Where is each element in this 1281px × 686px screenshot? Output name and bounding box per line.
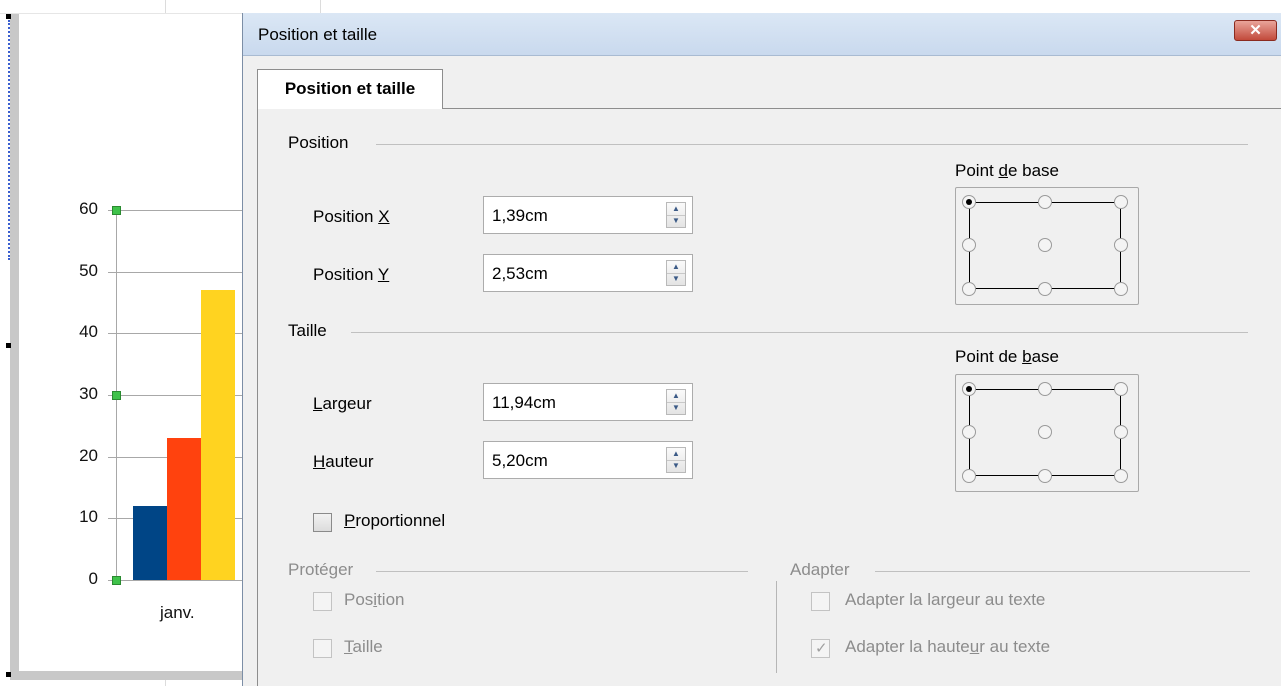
size-base-point-label: Point de base: [955, 347, 1059, 366]
y-tick-label: 20: [79, 446, 98, 465]
position-section-title: Position: [288, 133, 349, 152]
adapt-height-checkbox[interactable]: ✓: [811, 639, 830, 658]
y-tick-label: 10: [79, 507, 98, 526]
y-tick-label: 40: [79, 322, 98, 341]
position-y-label: Position Y: [313, 265, 390, 284]
size-base-point-selector[interactable]: [955, 374, 1139, 492]
spin-down-icon[interactable]: ▼: [667, 460, 685, 472]
close-icon: ✕: [1249, 22, 1262, 39]
adapt-width-label[interactable]: Adapter la largeur au texte: [845, 590, 1045, 610]
tab-panel: Position Position X ▲ ▼ Position Y ▲ ▼ P…: [257, 108, 1281, 686]
base-point-top-center[interactable]: [1038, 195, 1052, 209]
selection-outline: [8, 20, 12, 260]
base-point-middle-left[interactable]: [962, 425, 976, 439]
position-x-spinner[interactable]: ▲ ▼: [666, 202, 686, 228]
section-vertical-separator: [776, 581, 777, 673]
protect-section-title: Protéger: [288, 560, 354, 579]
dialog-title: Position et taille: [258, 25, 378, 44]
x-category-label: janv.: [160, 603, 195, 622]
position-x-label: Position X: [313, 207, 390, 226]
width-label: Largeur: [313, 394, 372, 413]
adapt-width-checkbox[interactable]: [811, 592, 830, 611]
position-y-input[interactable]: [490, 260, 654, 288]
base-point-top-right[interactable]: [1114, 195, 1128, 209]
chart-bar[interactable]: [167, 438, 201, 580]
y-tick-label: 60: [79, 199, 98, 218]
height-input[interactable]: [490, 447, 654, 475]
position-size-dialog: Position et taille ✕ Position et taille …: [242, 13, 1281, 686]
check-icon: ✓: [815, 640, 828, 657]
position-base-point-label: Point de base: [955, 161, 1059, 180]
spin-down-icon[interactable]: ▼: [667, 273, 685, 285]
chart-gridline: [108, 580, 242, 581]
selection-handle[interactable]: [6, 14, 11, 19]
position-x-field[interactable]: ▲ ▼: [483, 196, 693, 234]
base-point-bottom-center[interactable]: [1038, 282, 1052, 296]
section-divider: [875, 571, 1250, 572]
height-field[interactable]: ▲ ▼: [483, 441, 693, 479]
size-section-title: Taille: [288, 321, 327, 340]
protect-size-label[interactable]: Taille: [344, 637, 383, 657]
spin-down-icon[interactable]: ▼: [667, 402, 685, 414]
base-point-middle-right[interactable]: [1114, 425, 1128, 439]
width-input[interactable]: [490, 389, 654, 417]
base-point-bottom-left[interactable]: [962, 282, 976, 296]
adapt-height-label[interactable]: Adapter la hauteur au texte: [845, 637, 1050, 657]
base-point-bottom-right[interactable]: [1114, 282, 1128, 296]
y-tick-label: 0: [88, 569, 98, 588]
protect-position-checkbox[interactable]: [313, 592, 332, 611]
position-y-field[interactable]: ▲ ▼: [483, 254, 693, 292]
base-point-top-right[interactable]: [1114, 382, 1128, 396]
base-point-middle-right[interactable]: [1114, 238, 1128, 252]
base-point-top-center[interactable]: [1038, 382, 1052, 396]
height-spinner[interactable]: ▲ ▼: [666, 447, 686, 473]
proportional-label[interactable]: Proportionnel: [344, 511, 445, 531]
base-point-center[interactable]: [1038, 425, 1052, 439]
base-point-bottom-right[interactable]: [1114, 469, 1128, 483]
height-label: Hauteur: [313, 452, 374, 471]
base-point-center[interactable]: [1038, 238, 1052, 252]
section-divider: [376, 144, 1248, 145]
selection-handle[interactable]: [6, 672, 11, 677]
base-point-bottom-left[interactable]: [962, 469, 976, 483]
base-point-bottom-center[interactable]: [1038, 469, 1052, 483]
position-base-point-selector[interactable]: [955, 187, 1139, 305]
chart-bar[interactable]: [133, 506, 167, 580]
selection-handle[interactable]: [6, 343, 11, 348]
base-point-middle-left[interactable]: [962, 238, 976, 252]
close-button[interactable]: ✕: [1234, 20, 1277, 41]
base-point-top-left[interactable]: [962, 195, 976, 209]
position-x-input[interactable]: [490, 202, 654, 230]
axis-selection-marker[interactable]: [112, 391, 121, 400]
base-point-top-left[interactable]: [962, 382, 976, 396]
width-spinner[interactable]: ▲ ▼: [666, 389, 686, 415]
chart-gridline: [108, 210, 242, 211]
axis-selection-marker[interactable]: [112, 206, 121, 215]
axis-selection-marker[interactable]: [112, 576, 121, 585]
section-divider: [351, 332, 1248, 333]
protect-position-label[interactable]: Position: [344, 590, 405, 610]
position-y-spinner[interactable]: ▲ ▼: [666, 260, 686, 286]
chart-gridline: [108, 272, 242, 273]
adapt-section-title: Adapter: [790, 560, 850, 579]
protect-size-checkbox[interactable]: [313, 639, 332, 658]
dialog-titlebar[interactable]: Position et taille ✕: [243, 13, 1281, 56]
section-divider: [376, 571, 748, 572]
tab-position-size[interactable]: Position et taille: [257, 69, 443, 109]
proportional-checkbox[interactable]: [313, 513, 332, 532]
width-field[interactable]: ▲ ▼: [483, 383, 693, 421]
y-tick-label: 50: [79, 261, 98, 280]
chart-bar[interactable]: [201, 290, 235, 580]
spin-down-icon[interactable]: ▼: [667, 215, 685, 227]
y-tick-label: 30: [79, 384, 98, 403]
